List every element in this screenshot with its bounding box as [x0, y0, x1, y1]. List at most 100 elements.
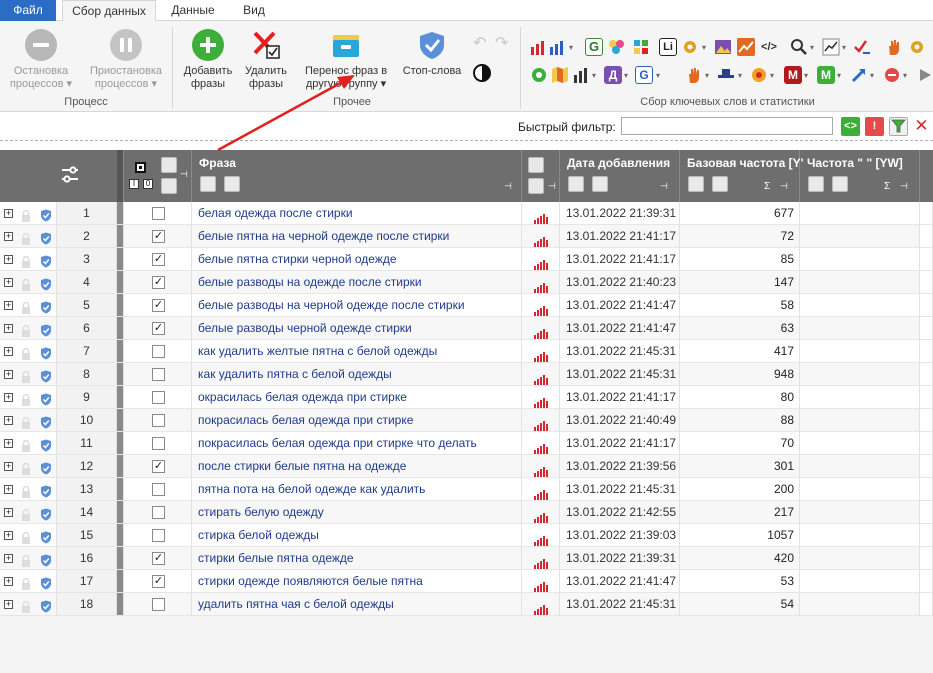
lock-icon[interactable] [21, 529, 31, 544]
wordstat-bars-icon[interactable] [534, 347, 548, 362]
table-row[interactable]: +16 ✓ стирки белые пятна одежде 13.01.2022 … [0, 547, 933, 570]
row-checkbox[interactable]: ✓ [152, 460, 165, 473]
phrase-cell[interactable]: стирка белой одежды [192, 524, 522, 547]
expand-icon[interactable]: + [4, 508, 13, 517]
liveinternet-icon[interactable]: Li [659, 38, 677, 56]
phrase-cell[interactable]: после стирки белые пятна на одежде [192, 455, 522, 478]
wordstat-bars-icon[interactable] [534, 508, 548, 523]
quick-filter-input[interactable] [621, 117, 833, 135]
expand-icon[interactable]: + [4, 600, 13, 609]
expand-icon[interactable]: + [4, 255, 13, 264]
column-clear-filter-icon[interactable] [832, 176, 848, 192]
row-checkbox[interactable] [152, 529, 165, 542]
lock-icon[interactable] [21, 368, 31, 383]
dropdown-arrow-icon[interactable]: ▾ [702, 43, 706, 52]
phrase-cell[interactable]: окрасилась белая одежда при стирке [192, 386, 522, 409]
trend-icon[interactable] [737, 38, 755, 56]
lock-icon[interactable] [21, 575, 31, 590]
expand-icon[interactable]: + [4, 370, 13, 379]
column-filter-icon[interactable] [568, 176, 584, 192]
spy-hat-icon[interactable] [717, 66, 735, 84]
dropdown-arrow-icon[interactable]: ▾ [738, 71, 742, 80]
column-clear-filter-icon[interactable] [712, 176, 728, 192]
phrase-cell[interactable]: стирать белую одежду [192, 501, 522, 524]
orange-circle-icon[interactable] [750, 66, 768, 84]
row-checkbox[interactable] [152, 414, 165, 427]
table-row[interactable]: +4 ✓ белые разводы на одежде после стирки 1… [0, 271, 933, 294]
expand-icon[interactable]: + [4, 577, 13, 586]
table-row[interactable]: +13 пятна пота на белой одежде как удалит… [0, 478, 933, 501]
chart-line-icon[interactable] [822, 38, 840, 56]
table-row[interactable]: +11 покрасилась белая одежда при стирке ч… [0, 432, 933, 455]
phrase-cell[interactable]: белые пятна стирки черной одежде [192, 248, 522, 271]
dropdown-arrow-icon[interactable]: ▾ [569, 43, 573, 52]
wordstat-bars-icon[interactable] [534, 232, 548, 247]
phrase-cell[interactable]: белые разводы черной одежде стирки [192, 317, 522, 340]
dropdown-arrow-icon[interactable]: ▾ [903, 71, 907, 80]
dropdown-arrow-icon[interactable]: ▾ [770, 71, 774, 80]
pin-icon[interactable]: ⊣ [900, 181, 908, 192]
expand-icon[interactable]: + [4, 554, 13, 563]
dropdown-arrow-icon[interactable]: ▾ [837, 71, 841, 80]
row-checkbox[interactable]: ✓ [152, 552, 165, 565]
column-clear-filter-icon[interactable] [592, 176, 608, 192]
table-row[interactable]: +17 ✓ стирки одежде появляются белые пятна… [0, 570, 933, 593]
header-phrase[interactable]: Фраза ⊣ [192, 150, 522, 202]
phrase-cell[interactable]: как удалить желтые пятна с белой одежды [192, 340, 522, 363]
dropdown-arrow-icon[interactable]: ▾ [842, 43, 846, 52]
wordstat-bars-icon[interactable] [534, 462, 548, 477]
column-clear-filter-icon[interactable] [224, 176, 240, 192]
arrow-up-right-icon[interactable] [850, 66, 868, 84]
lock-icon[interactable] [21, 552, 31, 567]
shield-check-icon[interactable] [40, 230, 52, 245]
shield-check-icon[interactable] [40, 299, 52, 314]
lock-icon[interactable] [21, 460, 31, 475]
wordstat-bars-icon[interactable] [534, 416, 548, 431]
column-filter-icon[interactable] [200, 176, 216, 192]
shield-check-icon[interactable] [40, 391, 52, 406]
undo-icon[interactable]: ↶ [473, 33, 486, 53]
table-row[interactable]: +10 покрасилась белая одежда при стирке 13… [0, 409, 933, 432]
shield-check-icon[interactable] [40, 460, 52, 475]
table-row[interactable]: +8 как удалить пятна с белой одежды 13.01.… [0, 363, 933, 386]
phrase-cell[interactable]: удалить пятна чая с белой одежды [192, 593, 522, 616]
phrase-cell[interactable]: пятна пота на белой одежде как удалить [192, 478, 522, 501]
table-row[interactable]: +18 удалить пятна чая с белой одежды 13.01… [0, 593, 933, 616]
lock-icon[interactable] [21, 322, 31, 337]
letter-d-icon[interactable]: Д [604, 66, 622, 84]
image-icon[interactable] [714, 38, 732, 56]
lock-icon[interactable] [21, 345, 31, 360]
expand-icon[interactable]: + [4, 462, 13, 471]
hand-icon[interactable] [885, 38, 903, 56]
expand-icon[interactable]: + [4, 232, 13, 241]
shield-check-icon[interactable] [40, 437, 52, 452]
wordstat-bars-icon[interactable] [534, 370, 548, 385]
expand-icon[interactable]: + [4, 209, 13, 218]
red-badge-icon[interactable] [883, 66, 901, 84]
shield-check-icon[interactable] [40, 368, 52, 383]
row-checkbox[interactable] [152, 368, 165, 381]
row-checkbox[interactable] [152, 483, 165, 496]
delete-phrases-button[interactable]: Удалить фразы [240, 29, 292, 91]
pin-icon[interactable]: ⊣ [180, 169, 188, 180]
hand-icon[interactable] [685, 66, 703, 84]
wordstat-bars-icon[interactable] [534, 577, 548, 592]
wordstat-bars-icon[interactable] [534, 554, 548, 569]
phrase-cell[interactable]: белые пятна на черной одежде после стирк… [192, 225, 522, 248]
green-circle-icon[interactable] [530, 66, 548, 84]
table-row[interactable]: +7 как удалить желтые пятна с белой одежд… [0, 340, 933, 363]
pin-icon[interactable]: ⊣ [504, 181, 512, 192]
expand-icon[interactable]: + [4, 324, 13, 333]
wordstat-bars-icon[interactable] [534, 301, 548, 316]
tab-collect-data[interactable]: Сбор данных [62, 0, 156, 22]
wordstat-bars-icon[interactable] [534, 278, 548, 293]
wordstat-bars-icon[interactable] [534, 600, 548, 615]
code-icon[interactable]: </> [760, 38, 778, 56]
column-filter-icon[interactable] [528, 157, 544, 173]
table-row[interactable]: +9 окрасилась белая одежда при стирке 13.0… [0, 386, 933, 409]
table-row[interactable]: +14 стирать белую одежду 13.01.2022 21:42:… [0, 501, 933, 524]
table-row[interactable]: +2 ✓ белые пятна на черной одежде после ст… [0, 225, 933, 248]
redo-icon[interactable]: ↷ [495, 33, 508, 53]
move-phrases-button[interactable]: Перенос фраз в другую группу ▾ [300, 29, 392, 91]
dropdown-arrow-icon[interactable]: ▾ [656, 71, 660, 80]
